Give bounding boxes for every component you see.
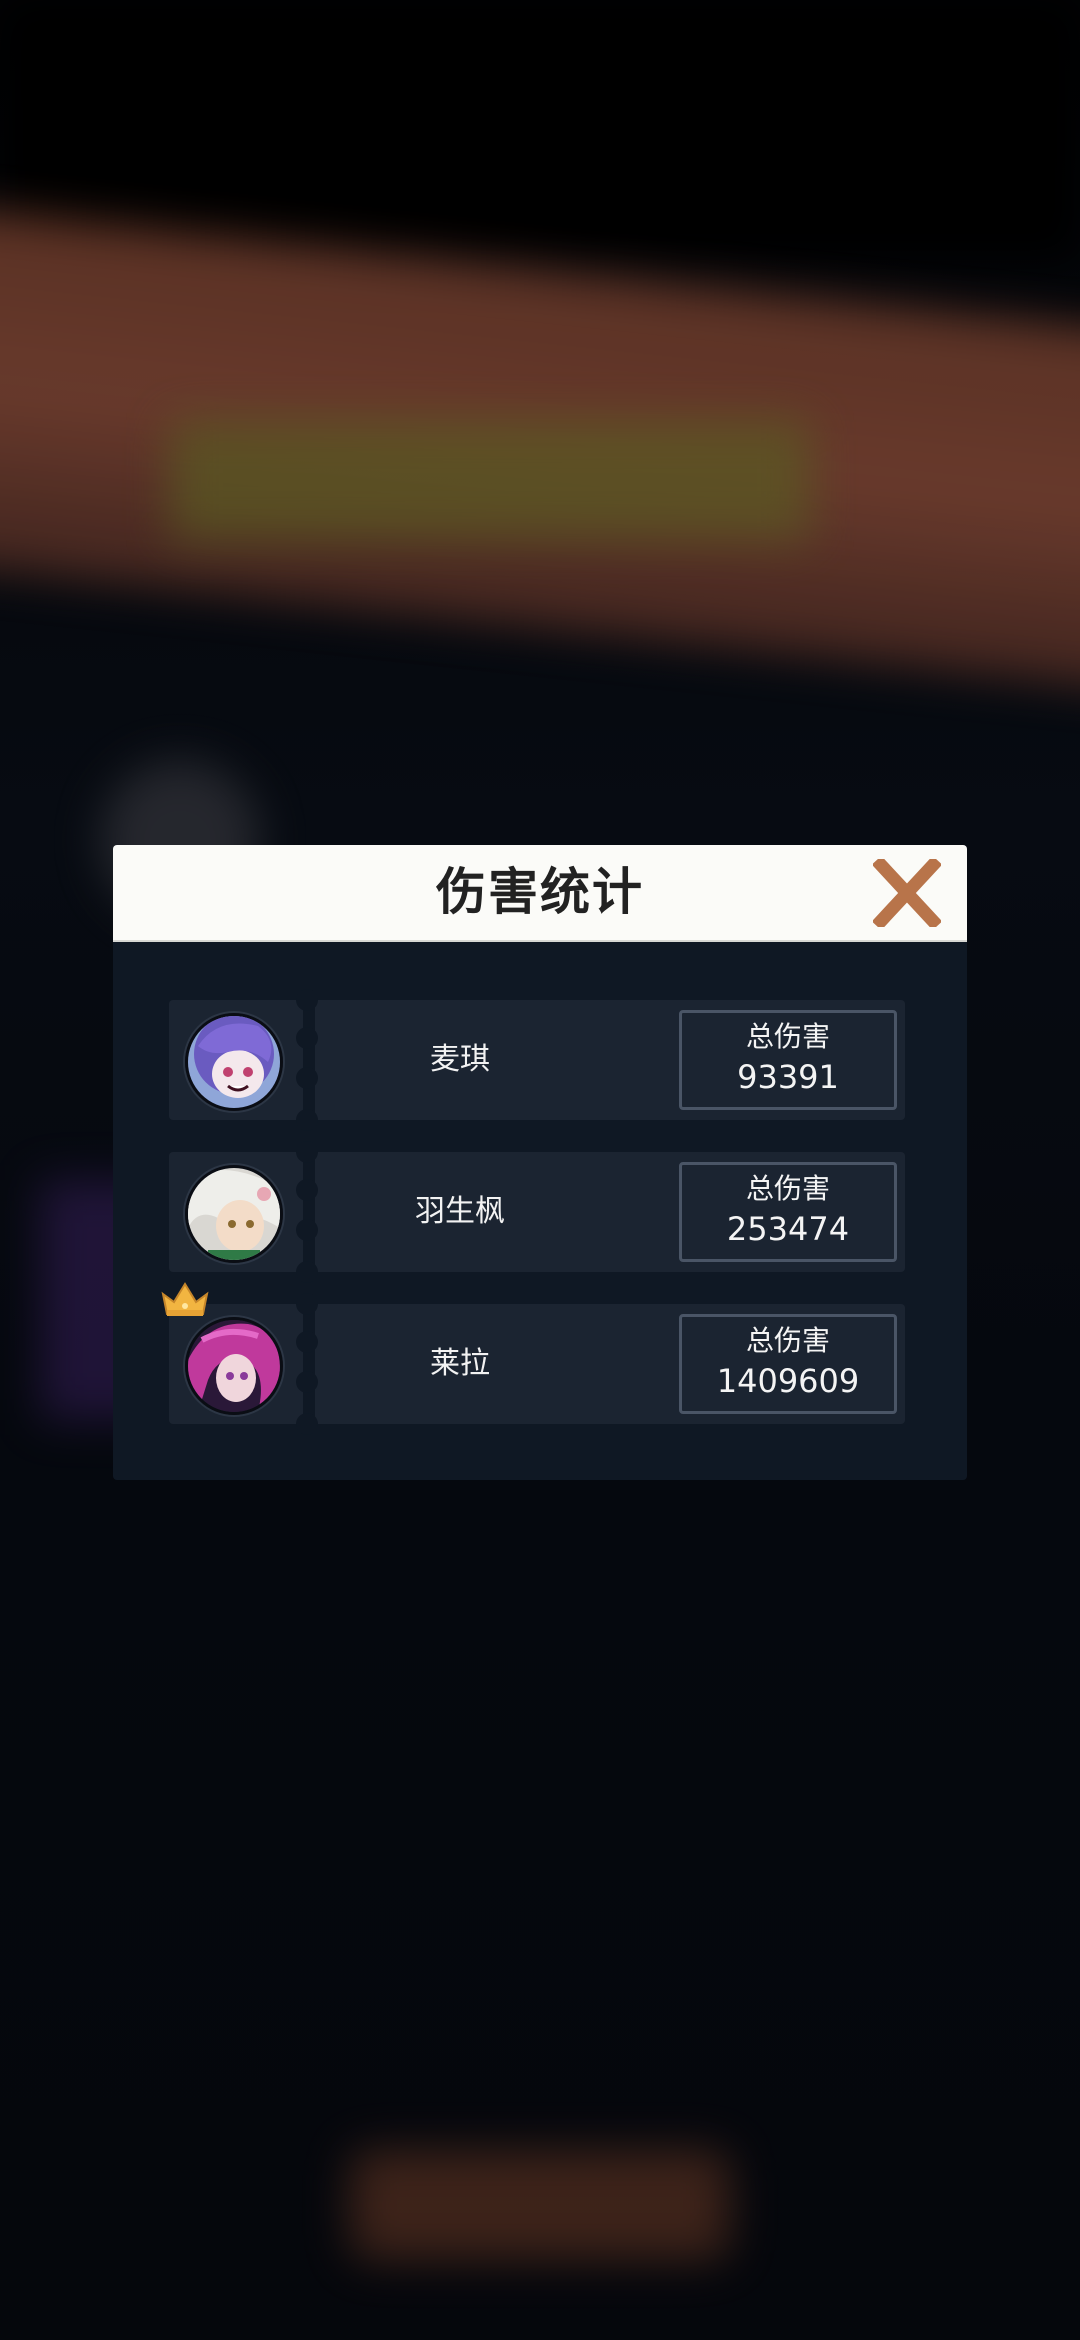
game-screen: 伤害统计 麦琪 总伤害 93391 羽生枫 总伤害 253474 莱拉 总伤害 … <box>0 0 1080 2340</box>
background-button <box>350 2150 730 2260</box>
damage-value: 253474 <box>726 1210 850 1248</box>
avatar <box>185 1013 283 1111</box>
damage-value: 93391 <box>737 1058 839 1096</box>
damage-label: 总伤害 <box>745 1172 830 1205</box>
avatar <box>185 1317 283 1415</box>
damage-label: 总伤害 <box>745 1020 830 1053</box>
close-x-icon <box>871 855 943 931</box>
dialog-header: 伤害统计 <box>113 845 967 942</box>
damage-box: 总伤害 93391 <box>679 1010 897 1110</box>
player-name: 羽生枫 <box>415 1194 505 1229</box>
player-name: 莱拉 <box>430 1346 490 1381</box>
damage-label: 总伤害 <box>745 1324 830 1357</box>
dialog-title: 伤害统计 <box>436 863 644 921</box>
list-item: 莱拉 总伤害 1409609 <box>161 1282 905 1435</box>
background-banner-text <box>170 420 810 540</box>
damage-box: 总伤害 253474 <box>679 1162 897 1262</box>
list-item: 羽生枫 总伤害 253474 <box>169 1141 905 1283</box>
crown-icon <box>161 1282 209 1316</box>
damage-value: 1409609 <box>716 1362 860 1400</box>
player-name: 麦琪 <box>430 1042 490 1077</box>
close-button[interactable] <box>871 855 943 931</box>
avatar <box>185 1165 283 1263</box>
damage-stats-dialog: 伤害统计 麦琪 总伤害 93391 羽生枫 总伤害 253474 莱拉 总伤害 … <box>113 845 967 1480</box>
damage-list: 麦琪 总伤害 93391 羽生枫 总伤害 253474 莱拉 总伤害 14096… <box>161 989 905 1456</box>
list-item: 麦琪 总伤害 93391 <box>169 989 905 1131</box>
damage-box: 总伤害 1409609 <box>679 1314 897 1414</box>
background-dim <box>0 0 1080 260</box>
